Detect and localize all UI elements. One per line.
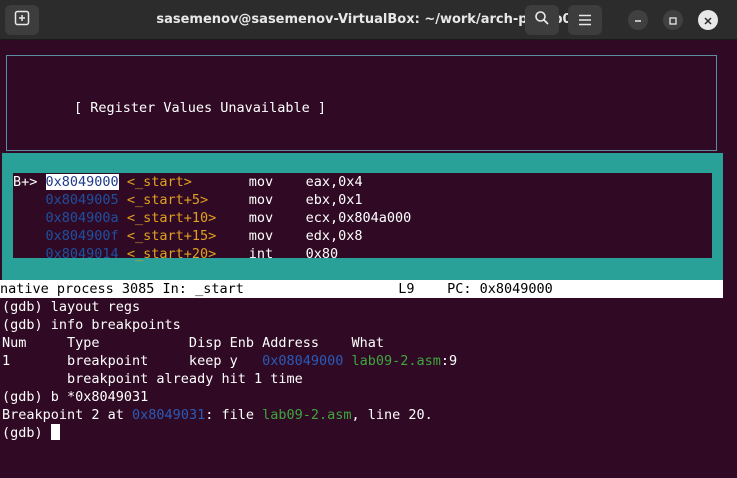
close-icon bbox=[703, 11, 713, 30]
new-tab-icon bbox=[14, 10, 30, 30]
process-status: native process 3085 In: _start bbox=[0, 281, 244, 297]
asm-opcode: mov bbox=[248, 228, 274, 244]
breakpoint-address: 0x08049000 bbox=[262, 353, 344, 369]
asm-line: 0x8049014 <_start+20> int 0x80 bbox=[13, 245, 339, 263]
register-unavailable-text: [ Register Values Unavailable ] bbox=[74, 100, 326, 116]
maximize-button[interactable] bbox=[663, 10, 683, 30]
title-bar: sasemenov@sasemenov-VirtualBox: ~/work/a… bbox=[0, 0, 737, 40]
asm-window: B+> 0x8049000 <_start> mov eax,0x4 0x804… bbox=[2, 153, 723, 280]
console-text: : file bbox=[205, 407, 263, 423]
breakpoint-file: lab09-2.asm bbox=[351, 353, 441, 369]
maximize-icon bbox=[668, 11, 678, 30]
asm-line: 0x804900f <_start+15> mov edx,0x8 bbox=[13, 227, 363, 245]
breakpoint-table-header: Num Type Disp Enb Address What bbox=[2, 335, 385, 351]
new-tab-button[interactable] bbox=[5, 5, 39, 35]
status-bar: native process 3085 In: _start L9 PC: 0x… bbox=[0, 280, 723, 298]
search-icon bbox=[534, 10, 550, 30]
asm-address: 0x8049000 bbox=[45, 174, 119, 190]
text-cursor bbox=[50, 424, 60, 440]
console-line: Breakpoint 2 at 0x8049031: file lab09-2.… bbox=[2, 406, 433, 424]
breakpoint-marker: B+> bbox=[13, 174, 38, 190]
asm-symbol: <_start+15> bbox=[126, 228, 217, 244]
console-line: (gdb) b *0x8049031 bbox=[2, 389, 149, 405]
console-text: Breakpoint 2 at bbox=[2, 407, 133, 423]
asm-args: eax,0x4 bbox=[305, 174, 363, 190]
breakpoint-line: :9 bbox=[440, 353, 458, 369]
asm-args: 0x80 bbox=[305, 246, 339, 262]
window-title: sasemenov@sasemenov-VirtualBox: ~/work/a… bbox=[156, 12, 581, 27]
breakpoint-file: lab09-2.asm bbox=[262, 407, 352, 423]
asm-address: 0x8049014 bbox=[45, 246, 119, 262]
asm-listing: B+> 0x8049000 <_start> mov eax,0x4 0x804… bbox=[10, 170, 715, 263]
console-line: breakpoint already hit 1 time bbox=[2, 371, 303, 387]
breakpoint-info: 1 breakpoint keep y bbox=[2, 353, 263, 369]
asm-symbol: <_start+10> bbox=[126, 210, 217, 226]
asm-line: B+> 0x8049000 <_start> mov eax,0x4 bbox=[13, 173, 363, 191]
asm-opcode: mov bbox=[248, 192, 274, 208]
asm-opcode: int bbox=[248, 246, 274, 262]
breakpoint-address: 0x8049031 bbox=[132, 407, 206, 423]
terminal[interactable]: [ Register Values Unavailable ] B+> 0x80… bbox=[0, 40, 737, 478]
console-line: (gdb) info breakpoints bbox=[2, 317, 181, 333]
menu-button[interactable] bbox=[568, 5, 602, 35]
asm-args: edx,0x8 bbox=[305, 228, 363, 244]
asm-line: 0x8049005 <_start+5> mov ebx,0x1 bbox=[13, 191, 363, 209]
line-number: L9 bbox=[398, 281, 415, 297]
asm-address: 0x804900f bbox=[45, 228, 119, 244]
gdb-prompt: (gdb) bbox=[2, 425, 51, 441]
minimize-icon bbox=[633, 11, 643, 30]
asm-address: 0x8049005 bbox=[45, 192, 119, 208]
asm-args: ecx,0x804a000 bbox=[305, 210, 412, 226]
asm-opcode: mov bbox=[248, 210, 274, 226]
asm-symbol: <_start> bbox=[126, 174, 192, 190]
asm-symbol: <_start+20> bbox=[126, 246, 217, 262]
minimize-button[interactable] bbox=[628, 10, 648, 30]
console-line: (gdb) layout regs bbox=[2, 299, 141, 315]
console-text: , line 20. bbox=[351, 407, 433, 423]
breakpoint-row: 1 breakpoint keep y 0x08049000 lab09-2.a… bbox=[2, 352, 457, 370]
asm-args: ebx,0x1 bbox=[305, 192, 363, 208]
menu-icon bbox=[578, 11, 592, 30]
console-prompt-line[interactable]: (gdb) bbox=[2, 424, 60, 442]
search-button[interactable] bbox=[525, 5, 559, 35]
asm-symbol: <_start+5> bbox=[126, 192, 209, 208]
program-counter: PC: 0x8049000 bbox=[447, 281, 553, 297]
asm-line: 0x804900a <_start+10> mov ecx,0x804a000 bbox=[13, 209, 412, 227]
asm-address: 0x804900a bbox=[45, 210, 119, 226]
asm-opcode: mov bbox=[248, 174, 274, 190]
close-button[interactable] bbox=[698, 10, 718, 30]
